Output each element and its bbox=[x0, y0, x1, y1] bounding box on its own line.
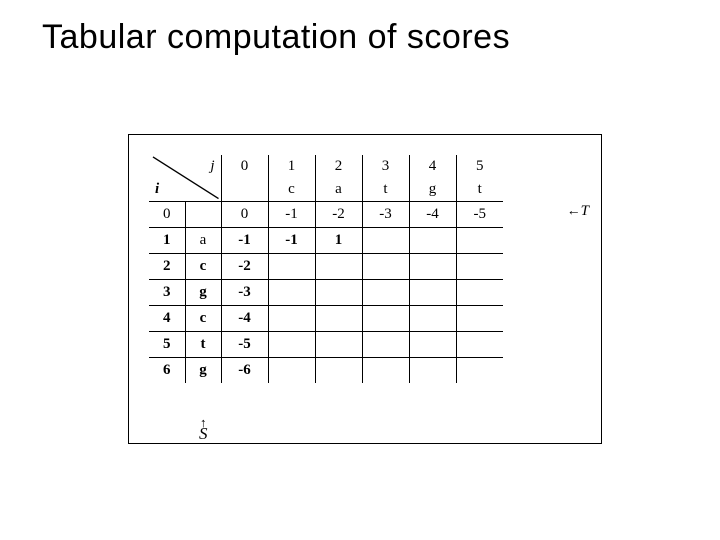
cell bbox=[362, 253, 409, 279]
cell: -3 bbox=[221, 279, 268, 305]
cell: -1 bbox=[268, 201, 315, 227]
j-index-val: 3 bbox=[363, 158, 409, 175]
cell bbox=[268, 331, 315, 357]
j-index: 5 t bbox=[456, 155, 503, 201]
cell bbox=[409, 227, 456, 253]
cell: 0 bbox=[221, 201, 268, 227]
i-index: 6 bbox=[149, 357, 185, 383]
i-index: 3 bbox=[149, 279, 185, 305]
cell bbox=[409, 279, 456, 305]
cell bbox=[362, 331, 409, 357]
score-table: j i 0 1 c 2 a 3 t 4 g 5 bbox=[149, 155, 503, 383]
j-index: 2 a bbox=[315, 155, 362, 201]
s-char: t bbox=[185, 331, 221, 357]
cell: -1 bbox=[268, 227, 315, 253]
cell bbox=[409, 253, 456, 279]
j-index-val: 0 bbox=[222, 158, 268, 175]
j-index-val: 1 bbox=[269, 158, 315, 175]
j-index-val: 2 bbox=[316, 158, 362, 175]
s-char: c bbox=[185, 253, 221, 279]
t-char: t bbox=[457, 181, 504, 198]
cell bbox=[268, 253, 315, 279]
cell bbox=[315, 331, 362, 357]
cell bbox=[268, 357, 315, 383]
cell: -4 bbox=[409, 201, 456, 227]
arrow-left-icon: ← bbox=[567, 204, 581, 219]
j-index-val: 5 bbox=[457, 158, 504, 175]
cell: -2 bbox=[221, 253, 268, 279]
corner-cell: j i bbox=[149, 155, 221, 201]
slide-title: Tabular computation of scores bbox=[42, 18, 510, 57]
cell bbox=[409, 357, 456, 383]
cell: 1 bbox=[315, 227, 362, 253]
t-char: g bbox=[410, 181, 456, 198]
cell bbox=[268, 279, 315, 305]
s-sequence-pointer: ↑ S bbox=[199, 417, 208, 439]
cell bbox=[315, 357, 362, 383]
cell bbox=[362, 227, 409, 253]
cell bbox=[456, 305, 503, 331]
cell bbox=[456, 227, 503, 253]
cell bbox=[268, 305, 315, 331]
s-char: a bbox=[185, 227, 221, 253]
cell: -2 bbox=[315, 201, 362, 227]
i-index: 2 bbox=[149, 253, 185, 279]
cell: -5 bbox=[221, 331, 268, 357]
cell: -6 bbox=[221, 357, 268, 383]
j-index: 0 bbox=[221, 155, 268, 201]
s-char: g bbox=[185, 357, 221, 383]
cell bbox=[315, 305, 362, 331]
cell bbox=[456, 331, 503, 357]
cell bbox=[456, 253, 503, 279]
s-char bbox=[185, 201, 221, 227]
t-char: t bbox=[363, 181, 409, 198]
s-label: S bbox=[199, 424, 208, 443]
cell bbox=[315, 253, 362, 279]
t-char: a bbox=[316, 181, 362, 198]
i-index: 1 bbox=[149, 227, 185, 253]
i-index: 0 bbox=[149, 201, 185, 227]
j-label: j bbox=[210, 158, 214, 175]
j-index: 4 g bbox=[409, 155, 456, 201]
j-index-val: 4 bbox=[410, 158, 456, 175]
i-index: 4 bbox=[149, 305, 185, 331]
table-frame: j i 0 1 c 2 a 3 t 4 g 5 bbox=[128, 134, 602, 444]
j-index: 1 c bbox=[268, 155, 315, 201]
t-char: c bbox=[269, 181, 315, 198]
i-label: i bbox=[155, 181, 159, 198]
cell bbox=[362, 279, 409, 305]
cell: -4 bbox=[221, 305, 268, 331]
cell bbox=[362, 305, 409, 331]
cell: -3 bbox=[362, 201, 409, 227]
t-sequence-pointer: ←T bbox=[567, 203, 589, 220]
cell bbox=[409, 305, 456, 331]
j-index: 3 t bbox=[362, 155, 409, 201]
cell: -1 bbox=[221, 227, 268, 253]
cell: -5 bbox=[456, 201, 503, 227]
t-label: T bbox=[581, 203, 589, 219]
cell bbox=[409, 331, 456, 357]
s-char: c bbox=[185, 305, 221, 331]
cell bbox=[456, 357, 503, 383]
cell bbox=[362, 357, 409, 383]
cell bbox=[315, 279, 362, 305]
i-index: 5 bbox=[149, 331, 185, 357]
cell bbox=[456, 279, 503, 305]
s-char: g bbox=[185, 279, 221, 305]
